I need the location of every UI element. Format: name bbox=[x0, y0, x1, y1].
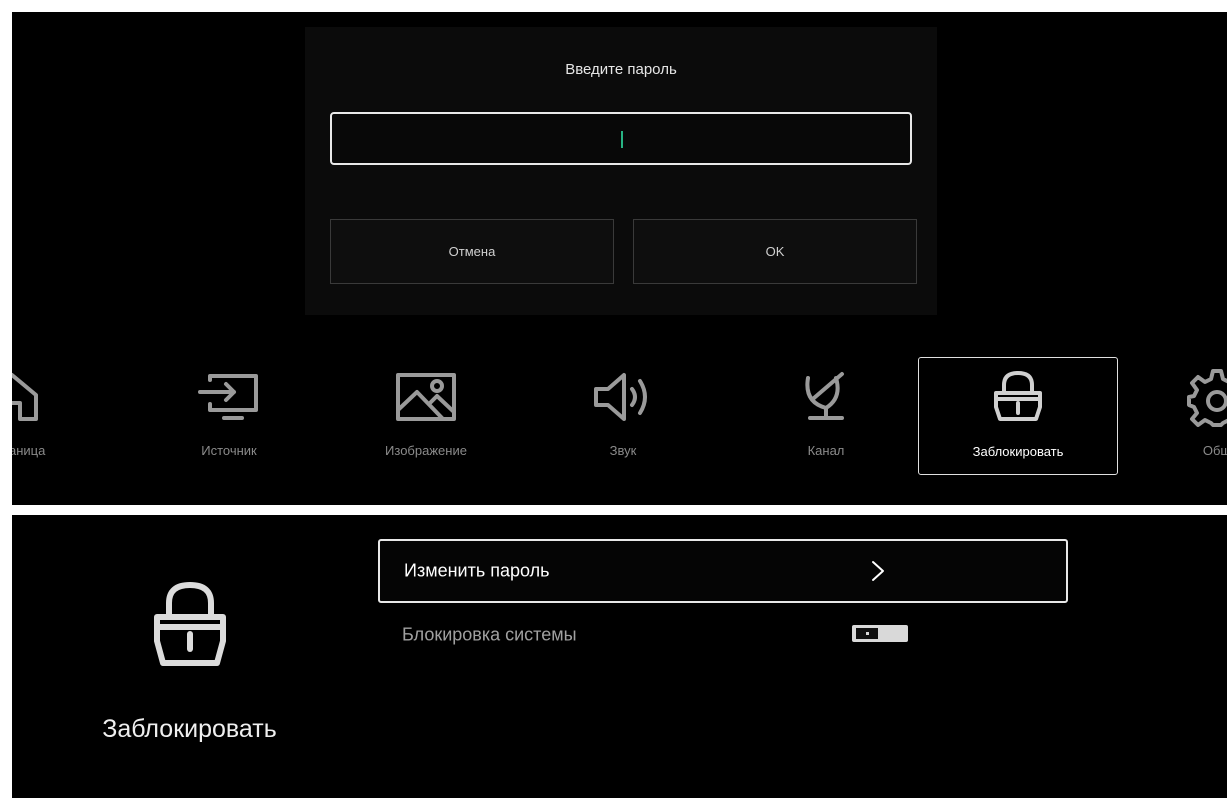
nav-label: Канал bbox=[807, 443, 845, 458]
nav-label: Изображение bbox=[385, 443, 467, 458]
top-panel: Введите пароль Отмена OK я страница Исто… bbox=[12, 12, 1227, 505]
satellite-dish-icon bbox=[791, 367, 861, 427]
nav-item-home[interactable]: я страница bbox=[12, 357, 112, 475]
chevron-right-icon bbox=[870, 559, 886, 583]
ok-button[interactable]: OK bbox=[633, 219, 917, 284]
home-icon bbox=[12, 367, 47, 427]
speaker-icon bbox=[588, 367, 658, 427]
nav-label: Источник bbox=[201, 443, 257, 458]
lock-settings-panel: Заблокировать Изменить пароль Блокировка… bbox=[12, 515, 1227, 798]
page-title: Заблокировать bbox=[102, 715, 277, 743]
gear-icon bbox=[1182, 367, 1227, 427]
nav-item-channel[interactable]: Канал bbox=[726, 357, 926, 475]
change-password-item[interactable]: Изменить пароль bbox=[378, 539, 1068, 603]
menu-label: Блокировка системы bbox=[402, 624, 577, 645]
lock-icon bbox=[147, 579, 233, 673]
text-caret bbox=[621, 131, 623, 148]
nav-item-source[interactable]: Источник bbox=[129, 357, 329, 475]
nav-label: Заблокировать bbox=[972, 444, 1064, 459]
source-input-icon bbox=[194, 367, 264, 427]
system-lock-toggle[interactable] bbox=[852, 625, 908, 642]
nav-label: Звук bbox=[609, 443, 637, 458]
system-lock-item[interactable]: Блокировка системы bbox=[378, 603, 1068, 667]
nav-label: я страница bbox=[12, 443, 46, 458]
nav-label: Общ bbox=[1202, 443, 1227, 458]
picture-icon bbox=[391, 367, 461, 427]
nav-item-lock[interactable]: Заблокировать bbox=[918, 357, 1118, 475]
password-dialog: Введите пароль Отмена OK bbox=[305, 27, 937, 315]
password-input[interactable] bbox=[330, 112, 912, 165]
toggle-knob-dot bbox=[866, 632, 869, 635]
lock-icon bbox=[983, 368, 1053, 428]
dialog-title: Введите пароль bbox=[565, 61, 677, 78]
nav-item-sound[interactable]: Звук bbox=[523, 357, 723, 475]
toggle-knob bbox=[856, 628, 878, 639]
menu-label: Изменить пароль bbox=[404, 560, 550, 581]
nav-item-picture[interactable]: Изображение bbox=[326, 357, 526, 475]
cancel-button[interactable]: Отмена bbox=[330, 219, 614, 284]
nav-item-general[interactable]: Общ bbox=[1117, 357, 1227, 475]
